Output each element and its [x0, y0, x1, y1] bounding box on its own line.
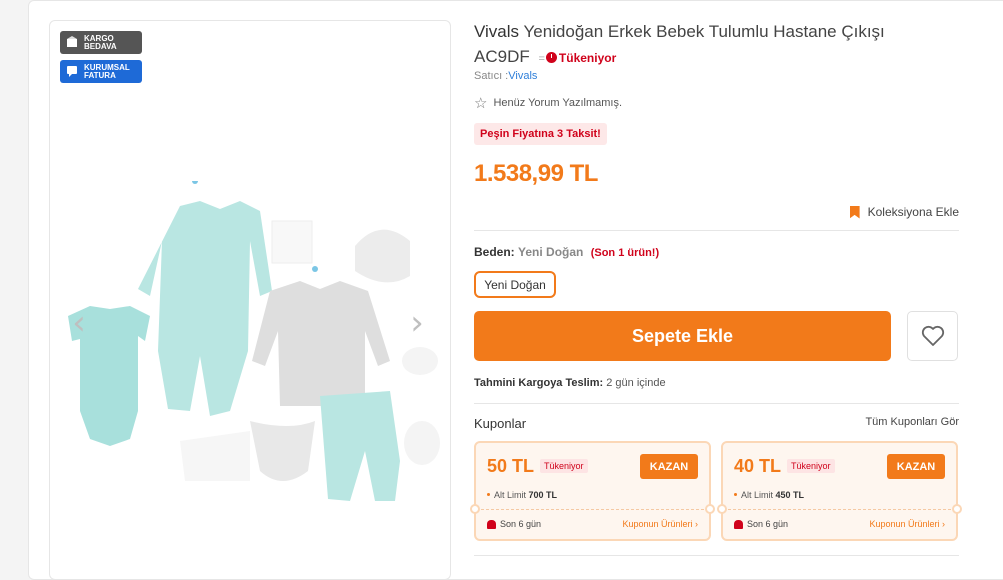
coupon-notch: [705, 504, 715, 514]
product-gallery: KARGO BEDAVA KURUMSAL FATURA ‹ ›: [49, 20, 451, 580]
corporate-invoice-label: KURUMSAL FATURA: [84, 62, 130, 80]
seller-info: Satıcı :Vivals: [474, 70, 537, 82]
coupons-title: Kuponlar: [474, 416, 527, 431]
stock-status: Tükeniyor: [545, 51, 617, 65]
product-name: Yenidoğan Erkek Bebek Tulumlu Hastane Çı…: [474, 22, 885, 66]
stock-warning: (Son 1 ürün!): [590, 247, 660, 259]
add-to-collection-label: Koleksiyona Ekle: [867, 205, 959, 219]
favorite-button[interactable]: [907, 311, 958, 361]
seller-link[interactable]: Vivals: [508, 70, 537, 82]
coupon-limit-value: 450 TL: [775, 490, 805, 500]
size-label: Beden:: [474, 245, 515, 259]
coupon-separator: [723, 509, 956, 510]
coupon-separator: [476, 509, 709, 510]
chevron-left-icon: ‹: [72, 303, 86, 343]
prev-image-button[interactable]: ‹: [64, 303, 94, 343]
heart-icon: [921, 325, 944, 346]
invoice-icon: [67, 66, 77, 77]
coupon-products-link[interactable]: Kuponun Ürünleri ›: [869, 519, 945, 529]
coupon-limit: Alt Limit 700 TL: [487, 490, 557, 500]
coupon-stock-tag: Tükeniyor: [787, 459, 835, 473]
product-brand[interactable]: Vivals: [474, 22, 519, 41]
coupon-amount: 50 TL: [487, 456, 535, 476]
alarm-icon: [487, 519, 496, 529]
coupon-stock-tag: Tükeniyor: [540, 459, 588, 473]
coupon-limit-label: Alt Limit: [494, 490, 527, 500]
alarm-icon: [734, 519, 743, 529]
coupon-days: Son 6 gün: [487, 519, 541, 529]
reviews-text: Henüz Yorum Yazılmamış.: [493, 97, 623, 109]
coupon-amount: 40 TL: [734, 456, 782, 476]
free-cargo-label: KARGO BEDAVA: [84, 33, 117, 51]
size-option-yeni-dogan[interactable]: Yeni Doğan: [474, 271, 556, 298]
divider: [474, 230, 959, 231]
coupon-days-label: Son 6 gün: [500, 519, 542, 529]
star-icon: ☆: [474, 94, 488, 112]
coupon-limit-value: 700 TL: [528, 490, 558, 500]
see-all-coupons-link[interactable]: Tüm Kuponları Gör: [865, 416, 959, 428]
coupon-card: 40 TL Tükeniyor KAZAN Alt Limit 450 TL S…: [717, 441, 962, 541]
coupon-products-link[interactable]: Kuponun Ürünleri ›: [622, 519, 698, 529]
coupon-notch: [470, 504, 480, 514]
corporate-invoice-badge: KURUMSAL FATURA: [60, 60, 142, 83]
product-price: 1.538,99 TL: [474, 160, 598, 187]
stock-separator: =: [538, 53, 545, 65]
claim-coupon-button[interactable]: KAZAN: [887, 454, 945, 479]
seller-label: Satıcı :: [474, 70, 509, 82]
bookmark-icon: [849, 205, 860, 219]
chevron-right-icon: ›: [410, 303, 424, 343]
delivery-estimate: Tahmini Kargoya Teslim: 2 gün içinde: [474, 377, 666, 389]
bullet-icon: [487, 493, 490, 496]
coupon-notch: [717, 504, 727, 514]
size-line: Beden: Yeni Doğan (Son 1 ürün!): [474, 245, 659, 259]
divider: [474, 555, 959, 556]
delivery-label: Tahmini Kargoya Teslim:: [474, 377, 604, 389]
stock-status-label: Tükeniyor: [558, 51, 617, 65]
clock-icon: [545, 52, 557, 63]
product-image: [68, 181, 440, 501]
installment-promo-badge: Peşin Fiyatına 3 Taksit!: [474, 123, 607, 145]
add-to-collection-button[interactable]: Koleksiyona Ekle: [849, 205, 959, 219]
free-cargo-badge: KARGO BEDAVA: [60, 31, 142, 54]
divider: [474, 403, 959, 404]
coupon-card: 50 TL Tükeniyor KAZAN Alt Limit 700 TL S…: [470, 441, 715, 541]
coupon-days: Son 6 gün: [734, 519, 788, 529]
bullet-icon: [734, 493, 737, 496]
coupon-notch: [952, 504, 962, 514]
delivery-value: 2 gün içinde: [606, 377, 666, 389]
claim-coupon-button[interactable]: KAZAN: [640, 454, 698, 479]
coupon-days-label: Son 6 gün: [747, 519, 789, 529]
next-image-button[interactable]: ›: [402, 303, 432, 343]
box-icon: [67, 36, 77, 47]
size-value: Yeni Doğan: [518, 245, 584, 259]
add-to-cart-button[interactable]: Sepete Ekle: [474, 311, 891, 361]
reviews-summary[interactable]: ☆ Henüz Yorum Yazılmamış.: [474, 94, 622, 112]
product-title: Vivals Yenidoğan Erkek Bebek Tulumlu Has…: [474, 19, 944, 72]
coupon-limit-label: Alt Limit: [741, 490, 774, 500]
coupon-limit: Alt Limit 450 TL: [734, 490, 804, 500]
